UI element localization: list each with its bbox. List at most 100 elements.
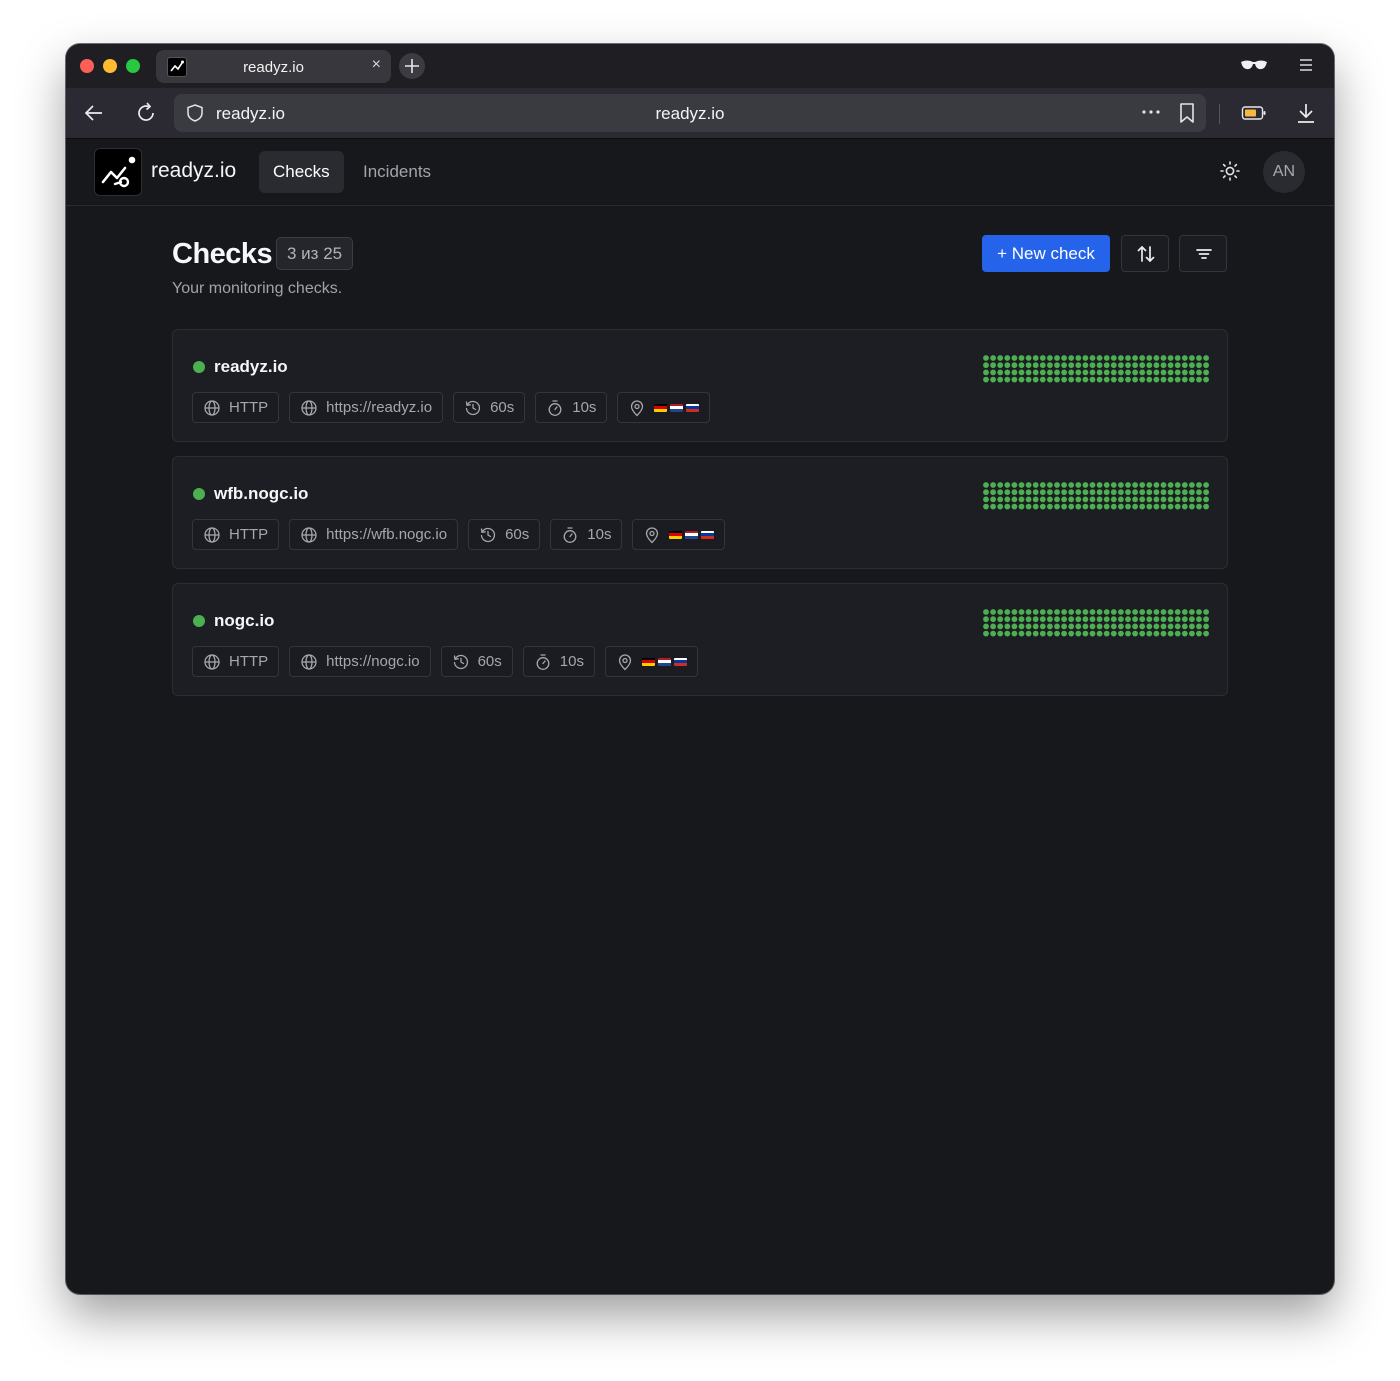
uptime-dot — [1096, 630, 1103, 637]
uptime-dot — [1075, 503, 1082, 510]
check-name[interactable]: nogc.io — [214, 611, 274, 631]
check-name[interactable]: wfb.nogc.io — [214, 484, 308, 504]
check-card[interactable]: readyz.io HTTP https://readyz.io 60s 10s — [172, 329, 1228, 442]
arrow-left-icon[interactable] — [82, 101, 106, 125]
tab-close-icon[interactable]: × — [372, 56, 381, 74]
uptime-dot — [1181, 489, 1188, 496]
check-url: https://nogc.io — [326, 653, 420, 670]
uptime-dot — [1139, 623, 1146, 630]
uptime-dot — [1146, 630, 1153, 637]
uptime-dot — [1153, 616, 1160, 623]
menu-icon[interactable] — [1298, 58, 1314, 72]
uptime-dot — [1004, 362, 1011, 369]
check-name[interactable]: readyz.io — [214, 357, 288, 377]
uptime-dot — [1189, 489, 1195, 496]
flag-nl-icon — [670, 403, 684, 412]
history-icon — [480, 527, 496, 542]
uptime-dot — [1047, 482, 1053, 488]
uptime-dot — [997, 496, 1004, 503]
check-card[interactable]: nogc.io HTTP https://nogc.io 60s 10s — [172, 583, 1228, 696]
uptime-dot — [1061, 482, 1067, 488]
uptime-dot — [1181, 616, 1188, 623]
uptime-dot — [1110, 362, 1117, 369]
maximize-window-button[interactable] — [126, 59, 140, 73]
uptime-dot — [1125, 355, 1131, 361]
uptime-dot — [997, 369, 1004, 376]
uptime-dot — [1110, 489, 1117, 496]
uptime-dot — [1047, 623, 1053, 630]
nav-item-incidents[interactable]: Incidents — [349, 151, 445, 193]
uptime-dot — [1196, 616, 1202, 623]
uptime-dot — [997, 482, 1004, 488]
uptime-dot — [1068, 369, 1075, 376]
uptime-dot — [983, 503, 989, 510]
uptime-dot — [1004, 496, 1011, 503]
minimize-window-button[interactable] — [103, 59, 117, 73]
logo-icon[interactable] — [94, 148, 142, 196]
download-icon[interactable] — [1294, 101, 1318, 125]
sort-button[interactable] — [1121, 235, 1169, 272]
uptime-dot — [1153, 503, 1160, 510]
uptime-dot — [1203, 623, 1209, 630]
avatar[interactable]: AN — [1263, 151, 1305, 193]
uptime-dot — [997, 503, 1004, 510]
bookmark-icon[interactable] — [1178, 102, 1196, 124]
uptime-dot — [1061, 630, 1067, 637]
uptime-dot — [1096, 496, 1103, 503]
uptime-dot — [1132, 496, 1138, 503]
uptime-dot — [1018, 355, 1025, 361]
uptime-dot — [1061, 369, 1067, 376]
uptime-dot — [1089, 623, 1096, 630]
glasses-icon[interactable] — [1240, 56, 1268, 74]
sun-icon[interactable] — [1218, 159, 1242, 183]
url-bar[interactable]: readyz.io readyz.io — [174, 94, 1206, 132]
uptime-dot — [1132, 489, 1138, 496]
uptime-dot — [1132, 623, 1138, 630]
close-window-button[interactable] — [80, 59, 94, 73]
uptime-dot — [983, 630, 989, 637]
check-card[interactable]: wfb.nogc.io HTTP https://wfb.nogc.io 60s 10s — [172, 456, 1228, 569]
uptime-dot — [1203, 609, 1209, 615]
uptime-dot — [1082, 503, 1089, 510]
globe-icon — [204, 653, 220, 670]
uptime-dot — [1203, 482, 1209, 488]
new-check-button[interactable]: + New check — [982, 235, 1110, 272]
uptime-dot — [1075, 489, 1082, 496]
uptime-dot — [1118, 616, 1124, 623]
uptime-dot — [1032, 362, 1039, 369]
uptime-dot — [1075, 482, 1082, 488]
check-meta: HTTP https://readyz.io 60s 10s — [192, 392, 711, 423]
uptime-dot — [983, 376, 989, 383]
browser-tab[interactable]: readyz.io × — [156, 50, 391, 83]
uptime-dot — [1039, 623, 1046, 630]
uptime-dot — [1160, 355, 1167, 361]
filter-button[interactable] — [1179, 235, 1227, 272]
new-tab-button[interactable] — [399, 53, 425, 79]
uptime-dot — [1082, 609, 1089, 615]
more-icon[interactable] — [1140, 102, 1162, 122]
uptime-dot — [1203, 630, 1209, 637]
uptime-dot — [1075, 616, 1082, 623]
uptime-dot — [1082, 630, 1089, 637]
check-interval: 60s — [490, 399, 515, 416]
uptime-dot — [1039, 369, 1046, 376]
nav-item-checks[interactable]: Checks — [259, 151, 344, 193]
filter-icon — [1196, 249, 1212, 259]
uptime-dot — [1153, 623, 1160, 630]
uptime-dot — [1061, 496, 1067, 503]
uptime-dot — [1061, 362, 1067, 369]
uptime-dot — [1181, 369, 1188, 376]
uptime-dot — [1153, 489, 1160, 496]
uptime-dot — [1032, 489, 1039, 496]
uptime-dot — [1054, 489, 1060, 496]
reload-icon[interactable] — [134, 101, 158, 125]
uptime-dot — [1174, 623, 1181, 630]
uptime-dot — [1181, 355, 1188, 361]
uptime-dot — [1174, 369, 1181, 376]
battery-icon[interactable] — [1241, 101, 1267, 125]
history-icon — [465, 400, 481, 415]
uptime-dot — [1103, 616, 1110, 623]
brand-name[interactable]: readyz.io — [151, 159, 236, 183]
uptime-dot — [1054, 362, 1060, 369]
uptime-dot — [1103, 496, 1110, 503]
